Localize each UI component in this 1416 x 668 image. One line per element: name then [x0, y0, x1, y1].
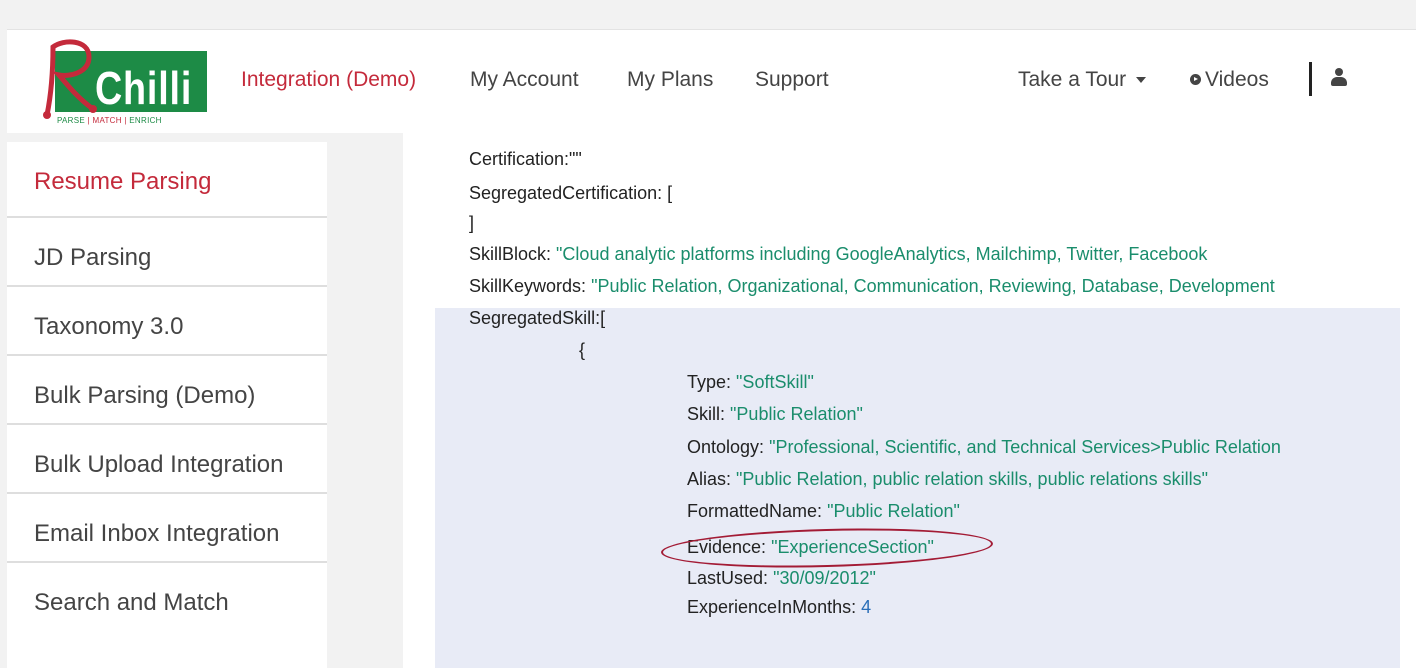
sidebar-item-jd-parsing[interactable]: JD Parsing [7, 218, 327, 287]
take-a-tour-label: Take a Tour [1018, 68, 1127, 91]
ontology-line: Ontology: "Professional, Scientific, and… [687, 437, 1281, 457]
tagline-match: MATCH [92, 116, 122, 125]
nav-integration-demo[interactable]: Integration (Demo) [241, 68, 416, 92]
sidebar-item-search-match[interactable]: Search and Match [7, 563, 327, 632]
logo-tagline: PARSE | MATCH | ENRICH [57, 116, 207, 125]
skill-line: Skill: "Public Relation" [687, 404, 863, 424]
type-line: Type: "SoftSkill" [687, 372, 814, 392]
sidebar-item-resume-parsing[interactable]: Resume Parsing [7, 142, 327, 218]
nav-my-plans[interactable]: My Plans [627, 68, 713, 92]
play-circle-icon [1190, 73, 1201, 85]
videos-link[interactable]: Videos [1190, 68, 1269, 92]
caret-down-icon [1136, 77, 1147, 84]
experience-months-line: ExperienceInMonths: 4 [687, 597, 872, 617]
certification-line: Certification:"" [469, 149, 582, 169]
videos-label: Videos [1205, 68, 1269, 91]
nav-divider [1309, 62, 1312, 96]
sidebar-item-email-inbox[interactable]: Email Inbox Integration [7, 494, 327, 563]
alias-line: Alias: "Public Relation, public relation… [687, 469, 1209, 489]
logo-r-icon: R [33, 35, 97, 119]
segregated-skill-line: SegregatedSkill:[ [469, 308, 606, 328]
nav-my-account[interactable]: My Account [470, 68, 579, 92]
logo-wordmark: Chilli [95, 62, 193, 114]
sidebar-item-bulk-upload[interactable]: Bulk Upload Integration [7, 425, 327, 494]
user-icon[interactable] [1331, 68, 1347, 88]
sidebar: Resume Parsing JD Parsing Taxonomy 3.0 B… [7, 142, 327, 668]
tagline-separator: | [87, 116, 90, 125]
tagline-enrich: ENRICH [129, 116, 162, 125]
site-header: Chilli R PARSE | MATCH | ENRICH Integrat… [7, 29, 1416, 133]
last-used-line: LastUsed: "30/09/2012" [687, 568, 876, 588]
skillblock-line: SkillBlock: "Cloud analytic platforms in… [469, 244, 1208, 264]
sidebar-item-bulk-parsing[interactable]: Bulk Parsing (Demo) [7, 356, 327, 425]
sidebar-item-taxonomy[interactable]: Taxonomy 3.0 [7, 287, 327, 356]
code-panel [403, 133, 1416, 668]
browser-top-strip [0, 0, 1416, 29]
nav-support[interactable]: Support [755, 68, 829, 92]
tagline-separator: | [124, 116, 127, 125]
segregated-certification-line: SegregatedCertification: [ [469, 183, 673, 203]
skillkeywords-line: SkillKeywords: "Public Relation, Organiz… [469, 276, 1275, 296]
brace-open: { [579, 340, 586, 360]
logo-initial: R [33, 35, 34, 36]
bracket-close: ] [469, 213, 475, 233]
tagline-parse: PARSE [57, 116, 86, 125]
rchilli-logo[interactable]: Chilli R PARSE | MATCH | ENRICH [35, 39, 207, 133]
formatted-name-line: FormattedName: "Public Relation" [687, 501, 960, 521]
take-a-tour-dropdown[interactable]: Take a Tour [1018, 68, 1147, 92]
